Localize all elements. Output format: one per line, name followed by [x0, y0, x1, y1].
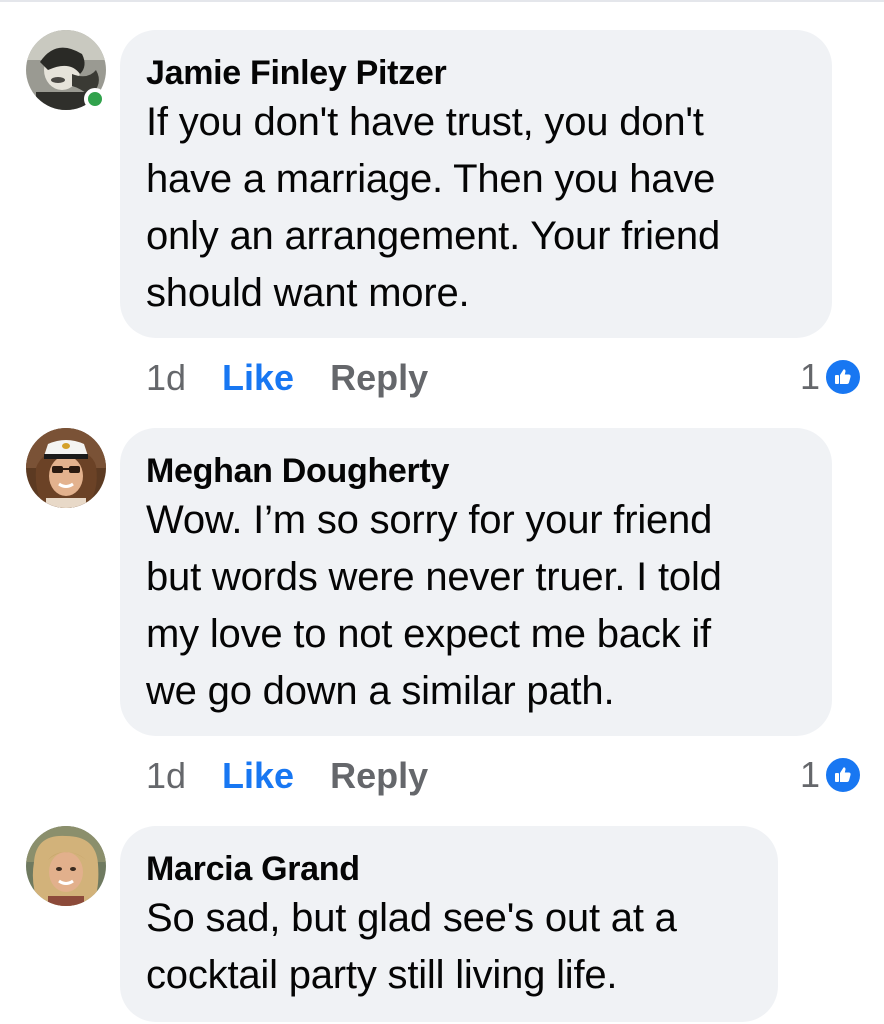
- comment-text: So sad, but glad see's out at a cocktail…: [146, 896, 677, 997]
- avatar-image: [26, 826, 106, 906]
- comment: Meghan Dougherty Wow. I’m so sorry for y…: [0, 428, 884, 798]
- reaction-summary[interactable]: 1: [800, 356, 862, 398]
- comment-bubble: Marcia Grand So sad, but glad see's out …: [120, 826, 778, 1022]
- top-divider: [0, 0, 884, 2]
- reply-button[interactable]: Reply: [330, 756, 428, 796]
- reaction-count: 1: [799, 754, 820, 795]
- comment-timestamp[interactable]: 1d: [146, 756, 186, 796]
- comment: Marcia Grand So sad, but glad see's out …: [0, 826, 884, 1024]
- like-button[interactable]: Like: [222, 756, 294, 796]
- comment: Jamie Finley Pitzer If you don't have tr…: [0, 30, 884, 400]
- comment-bubble: Jamie Finley Pitzer If you don't have tr…: [120, 30, 832, 338]
- thumbs-up-icon: [824, 358, 862, 396]
- comment-bubble: Meghan Dougherty Wow. I’m so sorry for y…: [120, 428, 832, 736]
- reply-button[interactable]: Reply: [330, 358, 428, 398]
- avatar-image: [26, 428, 106, 508]
- thumbs-up-icon: [824, 756, 862, 794]
- comment-author[interactable]: Meghan Dougherty: [146, 450, 804, 492]
- comment-actions: 1d Like Reply: [146, 358, 428, 398]
- avatar[interactable]: [26, 428, 106, 508]
- comment-author[interactable]: Marcia Grand: [146, 848, 750, 890]
- reaction-count: 1: [799, 356, 820, 397]
- reaction-summary[interactable]: 1: [800, 754, 862, 796]
- comment-timestamp[interactable]: 1d: [146, 358, 186, 398]
- like-button[interactable]: Like: [222, 358, 294, 398]
- avatar[interactable]: [26, 30, 106, 110]
- avatar[interactable]: [26, 826, 106, 906]
- comment-text: If you don't have trust, you don't have …: [146, 100, 720, 315]
- comment-actions: 1d Like Reply: [146, 756, 428, 796]
- comment-text: Wow. I’m so sorry for your friend but wo…: [146, 498, 722, 713]
- online-status-dot: [84, 88, 106, 110]
- comment-author[interactable]: Jamie Finley Pitzer: [146, 52, 804, 94]
